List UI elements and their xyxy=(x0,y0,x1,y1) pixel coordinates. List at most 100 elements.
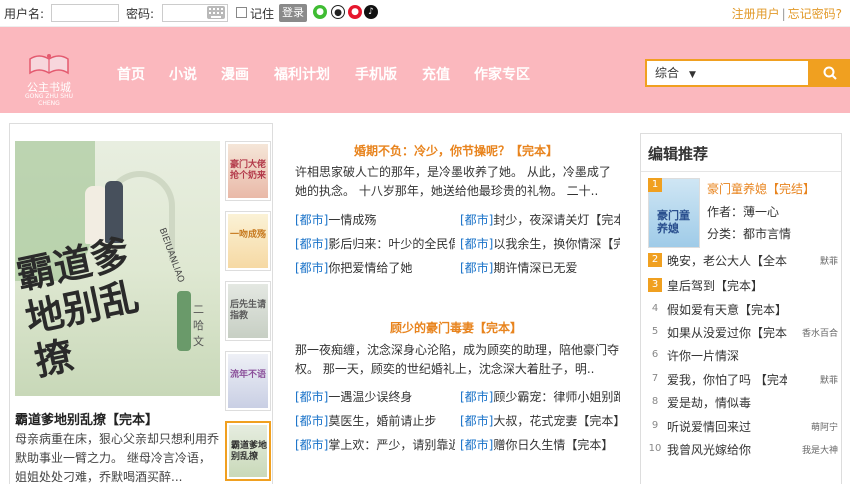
list-item-title[interactable]: 大叔，花式宠妻【完本】 xyxy=(493,414,620,428)
list-item-title[interactable]: 一遇温少误终身 xyxy=(328,390,412,404)
ranking-row[interactable]: 9 听说爱情回来过 萌阿宁 xyxy=(648,418,838,436)
rank-title[interactable]: 我曾风光嫁给你 xyxy=(667,441,787,458)
qq-icon[interactable]: ● xyxy=(331,5,345,19)
site-header: 公主书城 GONG ZHU SHU CHENG 首页 小说 漫画 福利计划 手机… xyxy=(0,27,850,113)
list-item[interactable]: [都市]你把爱情给了她 xyxy=(295,259,455,276)
rank-author: 默菲 xyxy=(819,257,838,267)
rank-title[interactable]: 皇后驾到【完本】 xyxy=(667,277,787,294)
rank-title[interactable]: 假如爱有天意【完本】 xyxy=(667,301,787,318)
register-link[interactable]: 注册用户 xyxy=(732,7,780,21)
login-button[interactable]: 登录 xyxy=(279,4,307,22)
list-item[interactable]: [都市]赠你日久生情【完本】 xyxy=(460,436,620,453)
search-category-select[interactable]: 综合 ▼ xyxy=(645,59,810,87)
list-item-category[interactable]: [都市] xyxy=(295,213,328,227)
list-item[interactable]: [都市]期许情深已无爱 xyxy=(460,259,620,276)
thumb-cover-4[interactable]: 流年不语 xyxy=(225,351,271,411)
rank-title[interactable]: 爱我，你怕了吗 【完本】 xyxy=(667,371,787,388)
list-item-category[interactable]: [都市] xyxy=(460,438,493,452)
featured-cover[interactable]: 霸道爹地别乱撩 BIEIUANLIAO 二哈文 xyxy=(15,141,220,396)
ranking-row[interactable]: 4 假如爱有天意【完本】 xyxy=(648,301,838,319)
rank-number: 3 xyxy=(648,278,662,292)
nav-mobile[interactable]: 手机版 xyxy=(355,64,397,84)
ranking-row[interactable]: 8 爱是劫，情似毒 xyxy=(648,394,838,412)
rank-title[interactable]: 爱是劫，情似毒 xyxy=(667,394,787,411)
nav-recharge[interactable]: 充值 xyxy=(422,64,450,84)
ranking-row[interactable]: 3 皇后驾到【完本】 xyxy=(648,277,838,295)
list-item-category[interactable]: [都市] xyxy=(295,414,328,428)
thumb-cover-3[interactable]: 后先生请指教 xyxy=(225,281,271,341)
search-button[interactable] xyxy=(809,59,850,87)
list-item[interactable]: [都市]莫医生，婚前请止步 xyxy=(295,412,455,429)
weibo-icon[interactable]: ● xyxy=(348,5,362,19)
list-item-title[interactable]: 莫医生，婚前请止步 xyxy=(328,414,436,428)
list-item-title[interactable]: 封少，夜深请关灯【完本】 xyxy=(493,213,620,227)
top-pick-cover-title: 豪门童养媳 xyxy=(657,209,690,235)
editor-picks-title: 编辑推荐 xyxy=(648,145,709,163)
remember-checkbox[interactable] xyxy=(236,7,247,18)
list-item-category[interactable]: [都市] xyxy=(460,261,493,275)
thumb-cover-2[interactable]: 一吻成殇 xyxy=(225,211,271,271)
list-item-title[interactable]: 以我余生，换你情深【完本】 xyxy=(493,237,620,251)
section2-title[interactable]: 顾少的豪门毒妻【完本】 xyxy=(286,319,626,336)
rank-title[interactable]: 如果从没爱过你【完本】 xyxy=(667,324,787,341)
password-label: 密码: xyxy=(126,7,155,21)
list-item[interactable]: [都市]封少，夜深请关灯【完本】 xyxy=(460,211,620,228)
list-item-title[interactable]: 期许情深已无爱 xyxy=(493,261,577,275)
rank-number: 4 xyxy=(651,303,659,314)
top-pick-title[interactable]: 豪门童养媳【完结】 xyxy=(707,180,815,197)
section1-title[interactable]: 婚期不负：冷少，你节操呢？【完本】 xyxy=(286,142,626,159)
list-item-category[interactable]: [都市] xyxy=(295,438,328,452)
site-logo[interactable]: 公主书城 GONG ZHU SHU CHENG xyxy=(20,39,78,107)
nav-home[interactable]: 首页 xyxy=(117,64,145,84)
list-item[interactable]: [都市]一情成殇 xyxy=(295,211,455,228)
thumb-cover-1[interactable]: 豪门大佬抢个奶来 xyxy=(225,141,271,201)
nav-author-zone[interactable]: 作家专区 xyxy=(474,64,530,84)
wechat-icon[interactable]: ● xyxy=(313,5,327,19)
list-item-title[interactable]: 顾少霸宠：律师小姐别跑 xyxy=(493,390,620,404)
list-item-category[interactable]: [都市] xyxy=(460,237,493,251)
rank-title[interactable]: 晚安，老公大人【全本】 xyxy=(667,252,787,269)
link-separator: | xyxy=(781,7,786,21)
ranking-row[interactable]: 10 我曾风光嫁给你 我是大神 xyxy=(648,441,838,459)
list-item-category[interactable]: [都市] xyxy=(295,390,328,404)
rank-number: 10 xyxy=(648,443,662,454)
list-item-category[interactable]: [都市] xyxy=(460,390,493,404)
list-item-title[interactable]: 影后归来：叶少的全民偶像 xyxy=(328,237,455,251)
nav-novel[interactable]: 小说 xyxy=(169,64,197,84)
ranking-row[interactable]: 7 爱我，你怕了吗 【完本】 默菲 xyxy=(648,371,838,389)
account-links: 注册用户 | 忘记密码? xyxy=(732,5,842,22)
thumb-title: 豪门大佬抢个奶来 xyxy=(230,160,267,181)
ranking-row[interactable]: 2 晚安，老公大人【全本】 默菲 xyxy=(648,252,838,270)
username-label: 用户名: xyxy=(4,7,45,21)
list-item-title[interactable]: 掌上欢：严少，请别靠近 xyxy=(328,438,455,452)
list-item[interactable]: [都市]影后归来：叶少的全民偶像 xyxy=(295,235,455,252)
list-item[interactable]: [都市]大叔，花式宠妻【完本】 xyxy=(460,412,620,429)
list-item[interactable]: [都市]掌上欢：严少，请别靠近 xyxy=(295,436,455,453)
list-item-title[interactable]: 赠你日久生情【完本】 xyxy=(493,438,613,452)
rank-title[interactable]: 许你一片情深 xyxy=(667,347,787,364)
list-item-category[interactable]: [都市] xyxy=(295,261,328,275)
list-item-category[interactable]: [都市] xyxy=(460,414,493,428)
list-item-title[interactable]: 一情成殇 xyxy=(328,213,376,227)
list-item[interactable]: [都市]顾少霸宠：律师小姐别跑 xyxy=(460,388,620,405)
thumb-cover-5[interactable]: 霸道爹地别乱撩 xyxy=(225,421,271,481)
username-input[interactable] xyxy=(51,4,119,22)
chevron-down-icon: ▼ xyxy=(689,70,696,80)
rank-title[interactable]: 听说爱情回来过 xyxy=(667,418,787,435)
list-item-title[interactable]: 你把爱情给了她 xyxy=(328,261,412,275)
ranking-row[interactable]: 6 许你一片情深 xyxy=(648,347,838,365)
keyboard-icon[interactable] xyxy=(207,6,225,19)
rank-number: 9 xyxy=(651,420,659,431)
featured-title[interactable]: 霸道爹地别乱撩【完本】 xyxy=(15,409,220,428)
nav-welfare[interactable]: 福利计划 xyxy=(274,64,330,84)
book-logo-icon xyxy=(29,54,69,75)
list-item[interactable]: [都市]以我余生，换你情深【完本】 xyxy=(460,235,620,252)
list-item-category[interactable]: [都市] xyxy=(295,237,328,251)
ranking-row[interactable]: 5 如果从没爱过你【完本】 香水百合 xyxy=(648,324,838,342)
forgot-password-link[interactable]: 忘记密码? xyxy=(788,7,842,21)
tiktok-icon[interactable]: ♪ xyxy=(364,5,378,19)
list-item-category[interactable]: [都市] xyxy=(460,213,493,227)
featured-box: 霸道爹地别乱撩 BIEIUANLIAO 二哈文 霸道爹地别乱撩【完本】 母亲病重… xyxy=(9,123,273,484)
list-item[interactable]: [都市]一遇温少误终身 xyxy=(295,388,455,405)
nav-comic[interactable]: 漫画 xyxy=(221,64,249,84)
